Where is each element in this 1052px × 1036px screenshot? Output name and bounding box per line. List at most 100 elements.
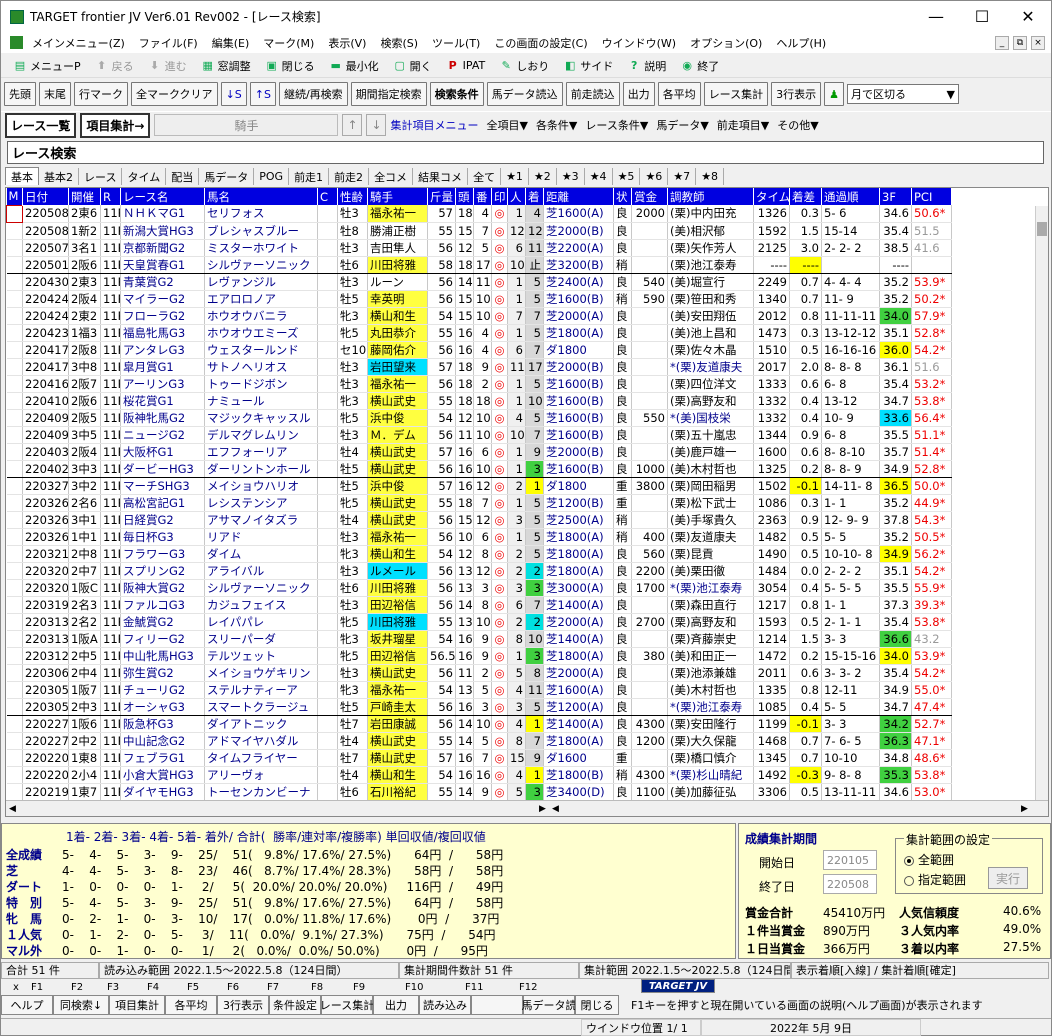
mdi-button[interactable]: _ xyxy=(995,35,1009,50)
column-header[interactable]: R xyxy=(100,188,121,205)
cell-M[interactable] xyxy=(6,528,23,546)
table-row[interactable]: 2202201東811RフェブラG1タイムフライヤー 牡7横山武史57167◎15… xyxy=(6,749,952,767)
tab-column-set[interactable]: ★7 xyxy=(668,168,697,185)
cell-M[interactable] xyxy=(6,698,23,716)
race-list-button[interactable]: レース一覧 xyxy=(5,112,77,138)
cell-M[interactable] xyxy=(6,630,23,648)
function-button[interactable]: 条件設定 xyxy=(269,995,321,1015)
table-row[interactable]: 2204023中311RダービーHG3ダーリントンホール牡5横山武史561610… xyxy=(6,460,952,478)
cell-M[interactable] xyxy=(6,715,23,733)
tab-column-set[interactable]: ★5 xyxy=(612,168,641,185)
table-row[interactable]: 2204231福311R福島牝馬G3ホウオウエミーズ牝5丸田恭介55164◎15… xyxy=(6,324,952,342)
search-toolbar-button[interactable]: 前走読込 xyxy=(565,82,620,106)
menu-item[interactable]: メインメニュー(Z) xyxy=(25,35,132,51)
search-toolbar-button[interactable]: 馬データ読込 xyxy=(486,82,563,106)
toolbar-menu-button[interactable]: ▤ メニューP xyxy=(7,55,87,77)
cell-M[interactable] xyxy=(6,409,23,427)
toolbar-bookmark-button[interactable]: ✎ しおり xyxy=(493,55,555,77)
table-row[interactable]: 2205073名111R京都新聞G2ミスターホワイト 牡3吉田隼人56125◎61… xyxy=(6,239,952,257)
tab-column-set[interactable]: 前走2 xyxy=(329,168,370,185)
radio-all-range[interactable]: 全範囲 xyxy=(904,851,954,868)
function-button[interactable]: レース集計 xyxy=(320,995,374,1015)
cell-M[interactable] xyxy=(6,613,23,631)
table-row[interactable]: 2202202小411R小倉大賞HG3アリーヴォ牡4横山和生541616◎41芝… xyxy=(6,766,952,784)
search-toolbar-button[interactable]: 先頭 xyxy=(4,82,36,106)
tab-column-set[interactable]: 全コメ xyxy=(369,168,414,185)
function-button[interactable]: ヘルプ xyxy=(1,995,53,1015)
function-button[interactable]: 同検索↓ xyxy=(53,995,109,1015)
table-row[interactable]: 2203131阪A11RフィリーG2スリーパーダ 牝3坂井瑠星54169◎810芝… xyxy=(6,630,952,648)
maximize-button[interactable]: ☐ xyxy=(959,1,1005,32)
column-header[interactable]: 印 xyxy=(491,188,508,205)
table-row[interactable]: 2202191東711RダイヤモHG3トーセンカンビーナ 牡6石川裕紀55149◎… xyxy=(6,783,952,801)
column-header[interactable]: 距離 xyxy=(543,188,614,205)
table-row[interactable]: 2203262名611R高松宮記G1レシステンシア 牝5横山武史55187◎15芝… xyxy=(6,494,952,512)
toolbar-open-button[interactable]: ▢ 開く xyxy=(387,55,438,77)
column-header[interactable]: 通過順 xyxy=(821,188,880,205)
table-row[interactable]: 2203192名311RファルコG3カジュフェイス 牡3田辺裕信56148◎67芝… xyxy=(6,596,952,614)
table-row[interactable]: 2203212中811RフラワーG3ダイム 牝3横山和生54128◎25芝1800… xyxy=(6,545,952,563)
cell-M[interactable] xyxy=(6,460,23,478)
table-row[interactable]: 2203052中311RオーシャG3スマートクラージュ牡5戸崎圭太56163◎3… xyxy=(6,698,952,716)
table-row[interactable]: 2203273中211RマーチSHG3メイショウハリオ 牡5浜中俊571612◎2… xyxy=(6,477,952,495)
cell-M[interactable] xyxy=(6,392,23,410)
table-row[interactable]: 2204173中811R皐月賞G1サトノヘリオス 牡3岩田望来57189◎1117… xyxy=(6,358,952,376)
horizontal-scrollbar[interactable]: ◀ ▶ ◀ ▶ xyxy=(6,800,1048,816)
mdi-button[interactable]: × xyxy=(1031,35,1045,50)
cell-M[interactable] xyxy=(6,545,23,563)
run-button[interactable]: 実行 xyxy=(988,867,1028,889)
table-row[interactable]: 2204302東311R青葉賞G2レヴァンジル 牡3ルーン561411◎15芝24… xyxy=(6,273,952,291)
radio-specified-range[interactable]: 指定範囲 xyxy=(904,871,966,888)
column-header[interactable]: PCI xyxy=(911,188,952,205)
column-header[interactable]: 開催 xyxy=(68,188,101,205)
column-header[interactable]: レース名 xyxy=(120,188,205,205)
function-button[interactable]: 馬データ読 xyxy=(522,995,577,1015)
search-toolbar-button[interactable]: 出力 xyxy=(622,82,655,106)
table-row[interactable]: 2203261中111R毎日杯G3リアド 牡3福永祐一56106◎15芝1800(… xyxy=(6,528,952,546)
table-row[interactable]: 2204242東211RフローラG2ホウオウバニラ牝3横山和生541510◎77… xyxy=(6,307,952,325)
table-row[interactable]: 2203062中411R弥生賞G2メイショウゲキリン 牡3横山武史56112◎58… xyxy=(6,664,952,682)
cell-M[interactable] xyxy=(6,375,23,393)
search-toolbar-button[interactable]: ↑S xyxy=(249,82,276,106)
tab-column-set[interactable]: 全て xyxy=(468,168,502,185)
column-header[interactable]: 馬名 xyxy=(204,188,318,205)
cell-M[interactable] xyxy=(6,681,23,699)
tab-column-set[interactable]: ★1 xyxy=(501,168,529,185)
cell-M[interactable] xyxy=(6,749,23,767)
tab-column-set[interactable]: 基本 xyxy=(5,167,39,185)
column-header[interactable]: 着差 xyxy=(789,188,822,205)
table-row[interactable]: 2204093中511RニュージG2デルマグレムリン牡3Ｍ．デム561110◎1… xyxy=(6,426,952,444)
menu-item[interactable]: この画面の設定(C) xyxy=(487,35,594,51)
table-row[interactable]: 2205081新211R新潟大賞HG3ブレシャスブルー牡8勝浦正樹55157◎1… xyxy=(6,222,952,240)
column-header[interactable]: 斤量 xyxy=(427,188,456,205)
toolbar-side-button[interactable]: ◧ サイド xyxy=(557,55,619,77)
function-button[interactable]: 読み込み xyxy=(419,995,471,1015)
table-row[interactable]: 2205012阪611R天皇賞春G1シルヴァーソニック 牡6川田将雅581817◎… xyxy=(6,256,952,274)
search-toolbar-button[interactable]: 期間指定検索 xyxy=(350,82,427,106)
agg-item-menu-link[interactable]: 集計項目メニュー xyxy=(390,117,478,133)
tab-column-set[interactable]: ★2 xyxy=(528,168,557,185)
cell-M[interactable] xyxy=(6,562,23,580)
cell-M[interactable] xyxy=(6,239,23,257)
cell-M[interactable] xyxy=(6,204,23,223)
search-toolbar-button[interactable]: レース集計 xyxy=(703,82,769,106)
cell-M[interactable] xyxy=(6,358,23,376)
column-header[interactable]: 頭 xyxy=(455,188,474,205)
period-split-select[interactable]: 月で区切る ▼ xyxy=(847,84,960,104)
vertical-scrollbar[interactable] xyxy=(1035,206,1048,802)
toolbar-close-window-button[interactable]: ▣ 閉じる xyxy=(259,55,321,77)
function-button[interactable]: 項目集計 xyxy=(109,995,165,1015)
table-row[interactable]: 2203202中711RスプリンG2アライバル牡3ルメール561312◎22芝1… xyxy=(6,562,952,580)
table-row[interactable]: 2205082東611RＮＨＫマG1セリフォス牡3福永祐一57184◎14芝16… xyxy=(6,204,952,223)
cell-M[interactable] xyxy=(6,443,23,461)
table-row[interactable]: 2203201阪C11R阪神大賞G2シルヴァーソニック牡6川田将雅56133◎3… xyxy=(6,579,952,597)
cell-M[interactable] xyxy=(6,647,23,665)
condition-dropdown[interactable]: レース条件▼ xyxy=(581,117,652,133)
cell-M[interactable] xyxy=(6,783,23,801)
tab-column-set[interactable]: タイム xyxy=(122,168,167,185)
end-date-input[interactable]: 220508 xyxy=(823,874,877,894)
search-toolbar-button[interactable]: 検索条件 xyxy=(429,82,484,106)
toolbar-ipat-button[interactable]: P IPAT xyxy=(440,55,492,77)
close-button[interactable]: ✕ xyxy=(1005,1,1051,32)
function-button[interactable]: 3行表示 xyxy=(217,995,269,1015)
